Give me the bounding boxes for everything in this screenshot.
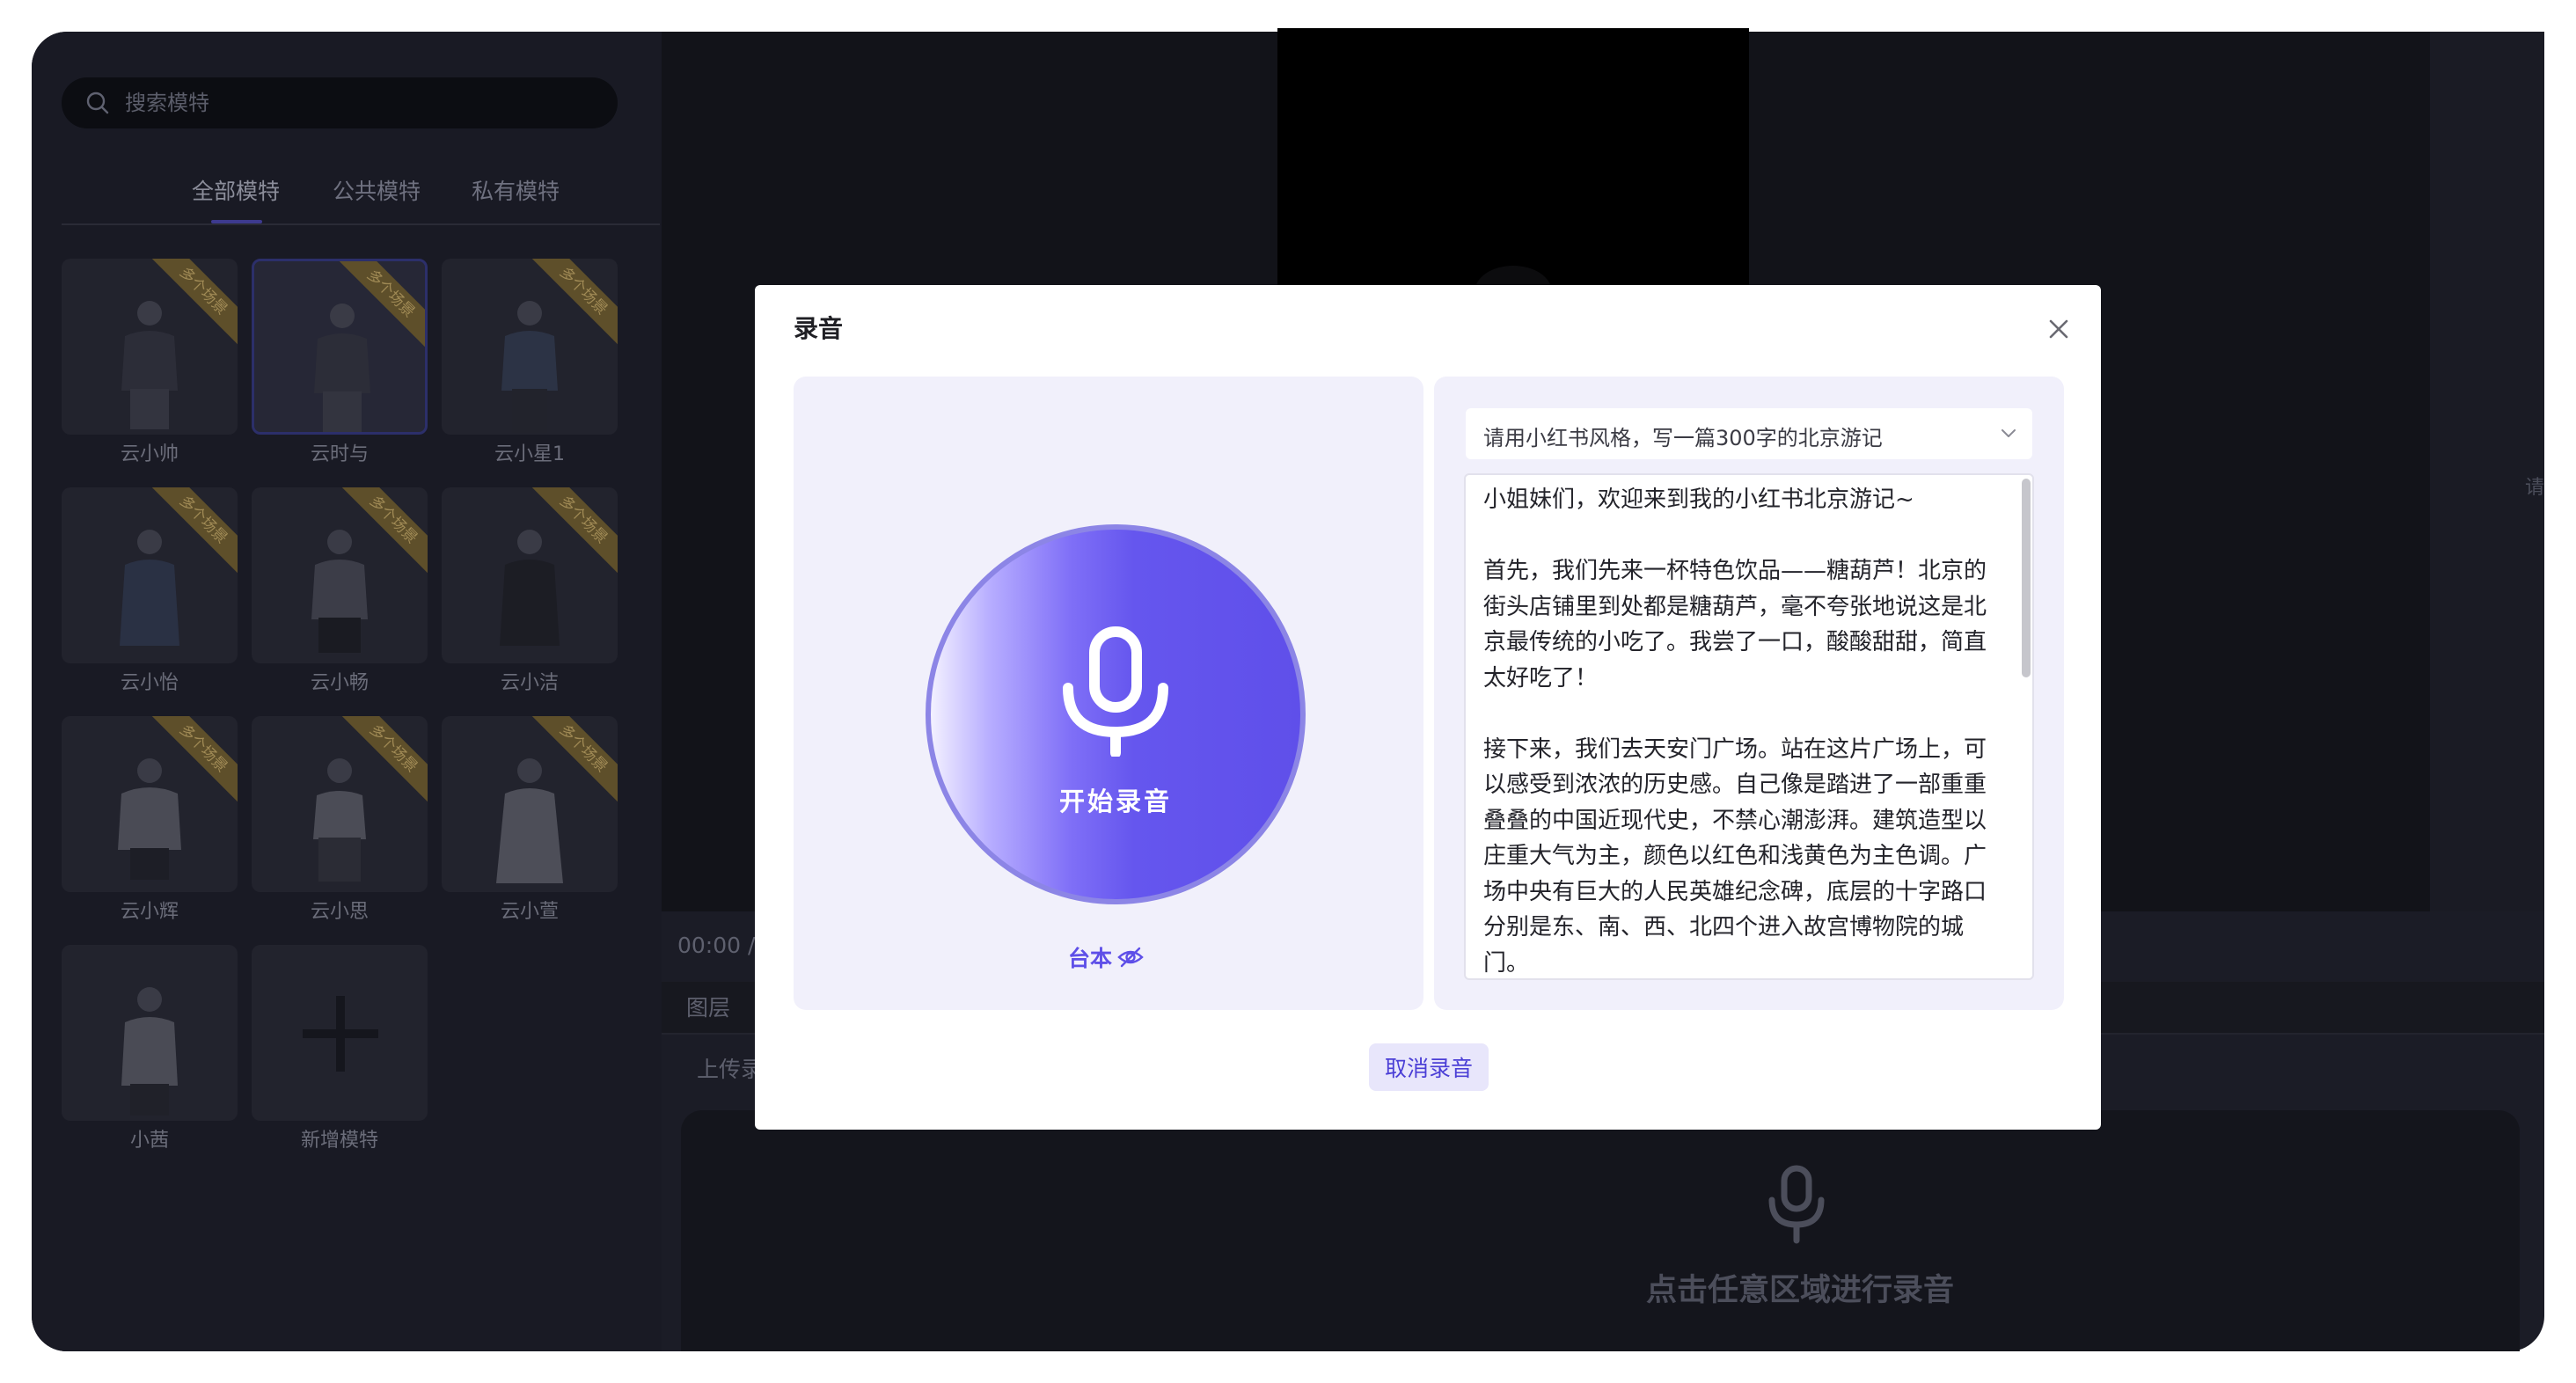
model-card[interactable]: 多个场景 [252,716,428,892]
recording-dialog: 录音 开始录音 台本 请用小红书风格，写一篇300字的北京游记 小姐妹们，欢迎来… [755,285,2101,1130]
cancel-recording-button[interactable]: 取消录音 [1369,1043,1489,1091]
start-recording-button[interactable]: 开始录音 [926,524,1306,904]
add-model-card[interactable] [252,945,428,1121]
search-box[interactable] [62,77,618,128]
person-thumbnail-icon [314,304,370,432]
model-card[interactable]: 多个场景 [62,716,238,892]
model-name: 云小畅 [310,672,369,694]
person-thumbnail-icon [121,987,178,1116]
script-text: 小姐妹们，欢迎来到我的小红书北京游记~ 首先，我们先来一杯特色饮品——糖葫芦！北… [1483,487,1987,977]
model-name: 云小思 [310,901,369,923]
prompt-select[interactable]: 请用小红书风格，写一篇300字的北京游记 [1466,408,2032,459]
model-card[interactable]: 多个场景 [442,259,618,435]
add-model-label: 新增模特 [300,1130,378,1152]
model-card[interactable]: 多个场景 [62,487,238,663]
search-icon [86,91,109,114]
person-thumbnail-icon [501,301,558,433]
microphone-icon [1768,1165,1825,1244]
close-icon [2049,319,2068,339]
model-name: 云小辉 [120,901,179,923]
model-name: 云时与 [310,443,369,465]
microphone-icon [1063,626,1168,757]
script-textarea[interactable]: 小姐妹们，欢迎来到我的小红书北京游记~ 首先，我们先来一杯特色饮品——糖葫芦！北… [1464,473,2034,980]
tab-public-models[interactable]: 公共模特 [333,174,421,206]
model-card[interactable]: 多个场景 [252,487,428,663]
model-card[interactable] [62,945,238,1121]
model-name: 云小帅 [120,443,179,465]
script-visibility-toggle[interactable]: 台本 [1068,941,1144,973]
model-name: 云小萱 [500,901,559,923]
model-card-selected[interactable]: 多个场景 [252,259,428,435]
plus-icon [303,996,378,1072]
model-sidebar: 全部模特 公共模特 私有模特 多个场景 云小帅 多个场景 云时与 多个场景 云小… [32,32,662,1351]
person-thumbnail-icon [311,530,368,653]
model-card[interactable]: 多个场景 [442,487,618,663]
person-thumbnail-icon [118,758,181,880]
person-thumbnail-icon [500,530,560,646]
person-thumbnail-icon [496,758,563,883]
model-card[interactable]: 多个场景 [442,716,618,892]
person-thumbnail-icon [313,758,366,882]
model-name: 小茜 [129,1130,169,1152]
recording-area-hint: 点击任意区域进行录音 [1645,1273,1954,1308]
tab-private-models[interactable]: 私有模特 [472,174,560,206]
chevron-down-icon [2002,429,2016,437]
person-thumbnail-icon [120,530,179,646]
start-recording-label: 开始录音 [1058,787,1172,816]
person-thumbnail-icon [121,301,178,429]
dialog-title: 录音 [794,314,844,343]
model-tabs: 全部模特 公共模特 私有模特 [62,146,660,225]
script-pane: 请用小红书风格，写一篇300字的北京游记 小姐妹们，欢迎来到我的小红书北京游记~… [1434,377,2064,1010]
right-panel-hint: 请 [2525,477,2545,499]
tab-all-models[interactable]: 全部模特 [192,174,280,206]
model-card[interactable]: 多个场景 [62,259,238,435]
active-tab-indicator [211,220,262,223]
prompt-value: 请用小红书风格，写一篇300字的北京游记 [1483,426,1883,450]
script-toggle-label: 台本 [1068,946,1113,971]
script-scrollbar[interactable] [2022,479,2031,677]
model-name: 云小星1 [494,443,565,465]
eye-off-icon [1117,947,1144,968]
layers-label[interactable]: 图层 [686,991,730,1022]
model-name: 云小怡 [120,672,179,694]
close-button[interactable] [2041,311,2076,347]
model-name: 云小洁 [500,672,559,694]
search-input[interactable] [125,77,600,128]
upload-recording-label[interactable]: 上传录 [697,1052,763,1084]
recording-area[interactable] [681,1110,2520,1351]
time-readout: 00:00 / [677,933,756,958]
record-pane: 开始录音 台本 [794,377,1423,1010]
